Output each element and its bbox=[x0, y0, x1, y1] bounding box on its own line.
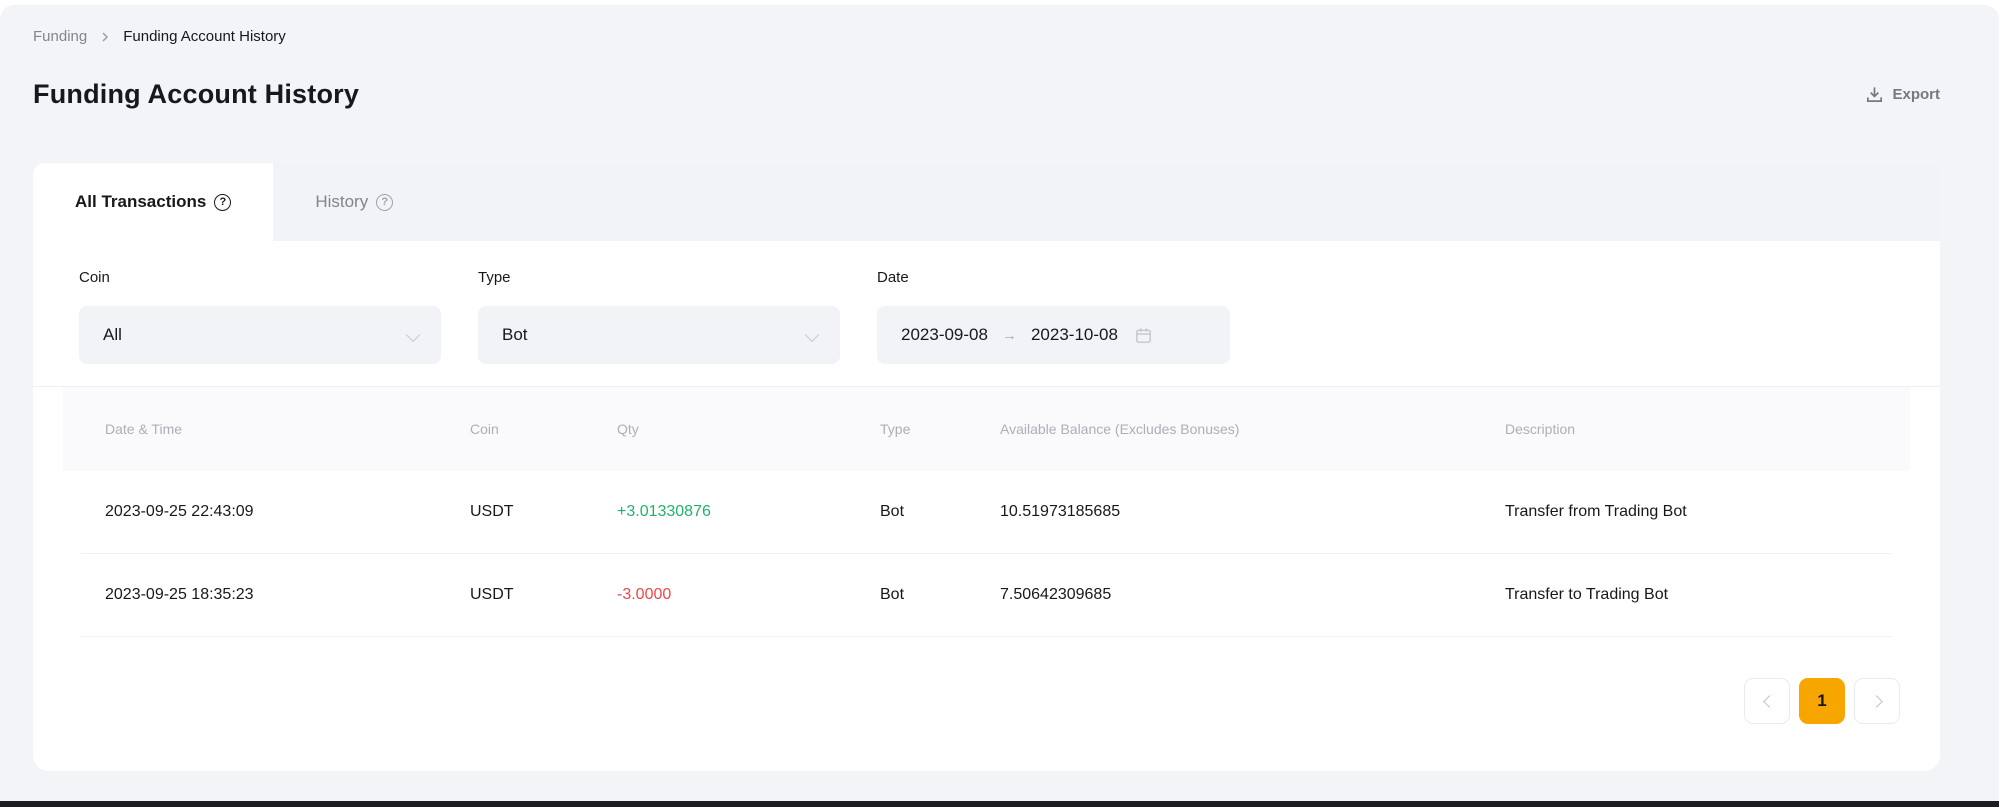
title-row: Funding Account History Export bbox=[33, 79, 1940, 110]
type-filter-label: Type bbox=[478, 269, 840, 286]
col-header-qty: Qty bbox=[617, 421, 880, 437]
help-circle-icon[interactable] bbox=[376, 194, 393, 211]
col-header-datetime: Date & Time bbox=[105, 421, 470, 437]
breadcrumb-chevron-icon bbox=[99, 31, 111, 43]
page-number-button[interactable]: 1 bbox=[1799, 678, 1845, 724]
tab-all-transactions-label: All Transactions bbox=[75, 192, 206, 212]
filter-type: Type Bot bbox=[478, 269, 840, 364]
chevron-down-icon bbox=[408, 330, 419, 341]
calendar-icon bbox=[1134, 326, 1153, 345]
date-end-value: 2023-10-08 bbox=[1031, 325, 1118, 345]
tab-history-label: History bbox=[315, 192, 368, 212]
history-card: All Transactions History Coin All bbox=[33, 163, 1940, 771]
date-filter-label: Date bbox=[877, 269, 1230, 286]
tab-history[interactable]: History bbox=[273, 163, 435, 241]
type-select-value: Bot bbox=[502, 325, 528, 345]
chevron-down-icon bbox=[807, 330, 818, 341]
next-page-button[interactable] bbox=[1854, 678, 1900, 724]
cell-available-balance: 10.51973185685 bbox=[1000, 503, 1505, 521]
cell-qty: +3.01330876 bbox=[617, 503, 880, 521]
app-background: Funding Funding Account History Funding … bbox=[0, 5, 1999, 807]
bottom-dark-strip bbox=[0, 801, 1999, 807]
col-header-available-balance: Available Balance (Excludes Bonuses) bbox=[1000, 421, 1505, 437]
coin-select[interactable]: All bbox=[79, 306, 441, 364]
type-select[interactable]: Bot bbox=[478, 306, 840, 364]
pagination: 1 bbox=[63, 678, 1900, 724]
previous-page-button[interactable] bbox=[1744, 678, 1790, 724]
breadcrumb-current: Funding Account History bbox=[123, 28, 286, 45]
filter-coin: Coin All bbox=[79, 269, 441, 364]
tab-all-transactions[interactable]: All Transactions bbox=[33, 163, 273, 241]
cell-qty: -3.0000 bbox=[617, 586, 880, 604]
chevron-left-icon bbox=[1762, 696, 1772, 706]
cell-coin: USDT bbox=[470, 586, 617, 604]
transactions-table: Date & Time Coin Qty Type Available Bala… bbox=[63, 387, 1910, 724]
tab-bar: All Transactions History bbox=[33, 163, 1940, 241]
table-row: 2023-09-25 22:43:09 USDT +3.01330876 Bot… bbox=[81, 471, 1892, 554]
cell-type: Bot bbox=[880, 586, 1000, 604]
cell-description: Transfer from Trading Bot bbox=[1505, 503, 1868, 521]
col-header-coin: Coin bbox=[470, 421, 617, 437]
help-circle-icon[interactable] bbox=[214, 194, 231, 211]
filter-date: Date 2023-09-08 2023-10-08 bbox=[877, 269, 1230, 364]
cell-coin: USDT bbox=[470, 503, 617, 521]
breadcrumb: Funding Funding Account History bbox=[33, 5, 1940, 45]
cell-type: Bot bbox=[880, 503, 1000, 521]
export-button[interactable]: Export bbox=[1865, 85, 1940, 104]
range-arrow-icon bbox=[1002, 327, 1017, 344]
coin-filter-label: Coin bbox=[79, 269, 441, 286]
chevron-right-icon bbox=[1872, 696, 1882, 706]
breadcrumb-funding-link[interactable]: Funding bbox=[33, 28, 87, 45]
col-header-type: Type bbox=[880, 421, 1000, 437]
download-icon bbox=[1865, 85, 1884, 104]
cell-datetime: 2023-09-25 18:35:23 bbox=[105, 586, 470, 604]
cell-description: Transfer to Trading Bot bbox=[1505, 586, 1868, 604]
table-row: 2023-09-25 18:35:23 USDT -3.0000 Bot 7.5… bbox=[81, 554, 1892, 637]
cell-datetime: 2023-09-25 22:43:09 bbox=[105, 503, 470, 521]
col-header-description: Description bbox=[1505, 421, 1868, 437]
card-body: Coin All Type Bot Date bbox=[33, 241, 1940, 771]
date-range-picker[interactable]: 2023-09-08 2023-10-08 bbox=[877, 306, 1230, 364]
page-title: Funding Account History bbox=[33, 79, 359, 110]
cell-available-balance: 7.50642309685 bbox=[1000, 586, 1505, 604]
funding-history-page: Funding Funding Account History Funding … bbox=[0, 5, 1999, 807]
filters: Coin All Type Bot Date bbox=[33, 241, 1940, 364]
table-header-row: Date & Time Coin Qty Type Available Bala… bbox=[63, 387, 1910, 471]
export-label: Export bbox=[1892, 86, 1940, 103]
date-start-value: 2023-09-08 bbox=[901, 325, 988, 345]
coin-select-value: All bbox=[103, 325, 122, 345]
